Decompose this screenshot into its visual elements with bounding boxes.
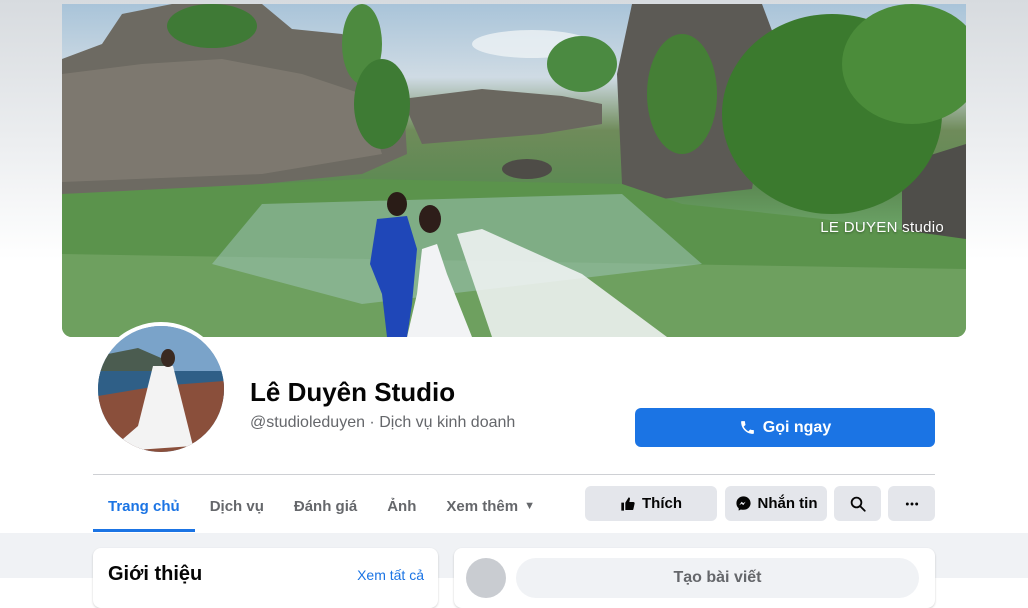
tab-photos[interactable]: Ảnh: [372, 484, 431, 528]
page-tabs: Trang chủ Dịch vụ Đánh giá Ảnh Xem thêm …: [93, 484, 550, 532]
thumbs-up-icon: [621, 496, 635, 511]
tab-label: Đánh giá: [293, 497, 358, 515]
see-all-link[interactable]: Xem tất cả: [357, 567, 424, 583]
cover-scene: [62, 4, 966, 337]
more-icon: [905, 502, 918, 505]
tab-more[interactable]: Xem thêm ▼: [431, 484, 550, 528]
create-post-label: Tạo bài viết: [673, 569, 762, 586]
tab-label: Xem thêm: [446, 497, 519, 515]
page-title: Lê Duyên Studio: [250, 377, 456, 407]
like-button[interactable]: Thích: [585, 486, 717, 521]
message-button[interactable]: Nhắn tin: [725, 486, 827, 521]
search-icon: [850, 496, 866, 512]
cover-watermark: LE DUYEN studio: [820, 219, 944, 236]
tab-label: Dịch vụ: [209, 497, 264, 515]
tab-reviews[interactable]: Đánh giá: [279, 484, 372, 528]
create-post-button[interactable]: Tạo bài viết: [516, 558, 919, 598]
message-label: Nhắn tin: [757, 495, 818, 512]
call-now-label: Gọi ngay: [762, 418, 832, 436]
like-label: Thích: [642, 495, 682, 512]
call-now-button[interactable]: Gọi ngay: [635, 408, 935, 447]
messenger-icon: [735, 496, 751, 511]
cover-photo[interactable]: LE DUYEN studio: [62, 4, 966, 337]
more-options-button[interactable]: [888, 486, 935, 521]
composer-card: Tạo bài viết: [454, 548, 935, 608]
intro-card: Giới thiệu Xem tất cả: [93, 548, 438, 608]
avatar[interactable]: [466, 558, 506, 598]
caret-down-icon: ▼: [524, 500, 535, 512]
header-divider: [93, 474, 935, 475]
tab-label: Trang chủ: [108, 497, 180, 515]
search-button[interactable]: [834, 486, 881, 521]
tab-home[interactable]: Trang chủ: [93, 484, 195, 532]
intro-title: Giới thiệu: [108, 563, 203, 585]
phone-icon: [740, 421, 754, 434]
tab-label: Ảnh: [387, 497, 417, 515]
tab-services[interactable]: Dịch vụ: [195, 484, 279, 528]
profile-avatar[interactable]: [94, 322, 228, 456]
page-handle-category: @studioleduyen · Dịch vụ kinh doanh: [250, 414, 516, 431]
avatar-image: [98, 326, 224, 452]
